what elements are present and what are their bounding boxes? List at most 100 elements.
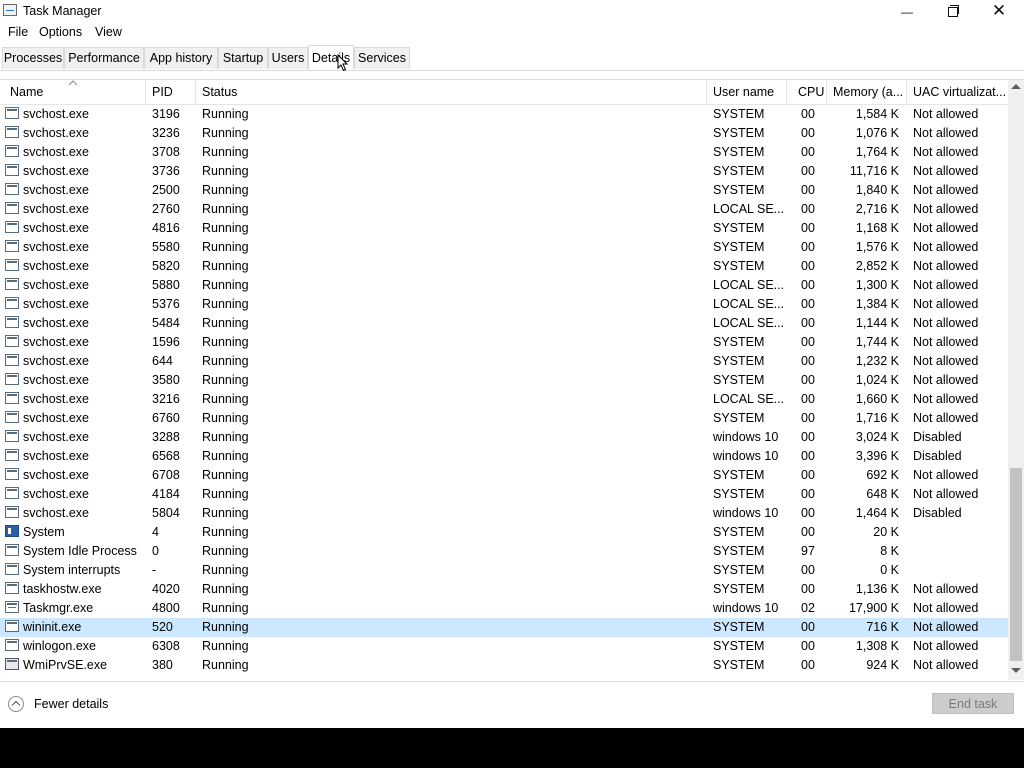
scroll-up-arrow-icon[interactable] [1011, 84, 1021, 89]
table-row[interactable]: svchost.exe 3580 Running SYSTEM 00 1,024 K Not… [0, 371, 1008, 390]
process-icon [5, 126, 19, 138]
menu-view[interactable]: View [95, 25, 122, 39]
cpu-cell: 00 [801, 126, 815, 140]
table-row[interactable]: svchost.exe 6760 Running SYSTEM 00 1,716 K Not… [0, 409, 1008, 428]
table-row[interactable]: svchost.exe 4816 Running SYSTEM 00 1,168 K Not… [0, 219, 1008, 238]
user-name-cell: SYSTEM [713, 582, 765, 596]
sort-ascending-icon [68, 80, 78, 86]
pid-cell: 6568 [152, 449, 180, 463]
scroll-down-arrow-icon[interactable] [1011, 668, 1021, 673]
process-icon [5, 506, 19, 518]
table-row[interactable]: svchost.exe 5804 Running windows 10 00 1,464 … [0, 504, 1008, 523]
tab-app-history[interactable]: App history [144, 47, 218, 69]
column-header-uac-virtualization[interactable]: UAC virtualizat... [907, 80, 1008, 104]
scrollbar-thumb[interactable] [1010, 468, 1022, 661]
table-row[interactable]: svchost.exe 2760 Running LOCAL SE... 00 2,716… [0, 200, 1008, 219]
cpu-cell: 00 [801, 392, 815, 406]
status-cell: Running [202, 126, 249, 140]
table-row[interactable]: svchost.exe 6568 Running windows 10 00 3,396 … [0, 447, 1008, 466]
chevron-up-circle-icon[interactable] [8, 696, 24, 712]
task-manager-icon [5, 601, 19, 613]
table-row[interactable]: svchost.exe 3288 Running windows 10 00 3,024 … [0, 428, 1008, 447]
process-name-cell: svchost.exe [23, 468, 90, 482]
table-row[interactable]: svchost.exe 3708 Running SYSTEM 00 1,764 K Not… [0, 143, 1008, 162]
pid-cell: 0 [152, 544, 159, 558]
column-header-status[interactable]: Status [196, 80, 707, 104]
title-bar[interactable]: Task Manager — ✕ [0, 0, 1024, 23]
vertical-scrollbar[interactable] [1008, 80, 1024, 680]
table-row[interactable]: winlogon.exe 6308 Running SYSTEM 00 1,308 K No… [0, 637, 1008, 656]
table-row[interactable]: wininit.exe 520 Running SYSTEM 00 716 K Not al… [0, 618, 1008, 637]
status-cell: Running [202, 373, 249, 387]
table-row[interactable]: WmiPrvSE.exe 380 Running SYSTEM 00 924 K Not a… [0, 656, 1008, 675]
tab-users[interactable]: Users [268, 47, 308, 69]
pid-cell: 380 [152, 658, 173, 672]
maximize-button[interactable] [930, 0, 976, 23]
pid-cell: 5804 [152, 506, 180, 520]
uac-virtualization-cell: Disabled [913, 430, 962, 444]
table-row[interactable]: svchost.exe 3736 Running SYSTEM 00 11,716 K No… [0, 162, 1008, 181]
memory-cell: 1,840 K [855, 183, 899, 197]
table-row[interactable]: System 4 Running SYSTEM 00 20 K [0, 523, 1008, 542]
process-icon [5, 240, 19, 252]
cpu-cell: 00 [801, 373, 815, 387]
table-row[interactable]: svchost.exe 2500 Running SYSTEM 00 1,840 K Not… [0, 181, 1008, 200]
uac-virtualization-cell: Not allowed [913, 316, 979, 330]
table-row[interactable]: svchost.exe 5484 Running LOCAL SE... 00 1,144… [0, 314, 1008, 333]
column-header-cpu[interactable]: CPU [787, 80, 827, 104]
table-row[interactable]: svchost.exe 5580 Running SYSTEM 00 1,576 K Not… [0, 238, 1008, 257]
table-row[interactable]: taskhostw.exe 4020 Running SYSTEM 00 1,136 K N… [0, 580, 1008, 599]
table-row[interactable]: svchost.exe 5820 Running SYSTEM 00 2,852 K Not… [0, 257, 1008, 276]
table-row[interactable]: svchost.exe 6708 Running SYSTEM 00 692 K Not a… [0, 466, 1008, 485]
status-cell: Running [202, 658, 249, 672]
tab-startup[interactable]: Startup [218, 47, 268, 69]
process-icon [5, 392, 19, 404]
tab-services[interactable]: Services [354, 47, 410, 69]
cpu-cell: 00 [801, 297, 815, 311]
status-cell: Running [202, 297, 249, 311]
process-name-cell: System Idle Process [23, 544, 137, 558]
uac-virtualization-cell: Not allowed [913, 126, 979, 140]
uac-virtualization-cell: Not allowed [913, 411, 979, 425]
status-cell: Running [202, 430, 249, 444]
menu-file[interactable]: File [8, 25, 28, 39]
user-name-cell: SYSTEM [713, 373, 765, 387]
close-button[interactable]: ✕ [976, 0, 1022, 23]
wmi-provider-icon [5, 658, 19, 670]
status-cell: Running [202, 449, 249, 463]
end-task-button[interactable]: End task [932, 693, 1014, 714]
column-header-pid[interactable]: PID [146, 80, 196, 104]
table-row[interactable]: System Idle Process 0 Running SYSTEM 97 8 K [0, 542, 1008, 561]
menu-options[interactable]: Options [39, 25, 82, 39]
tab-processes[interactable]: Processes [2, 47, 64, 69]
process-name-cell: svchost.exe [23, 278, 90, 292]
table-row[interactable]: svchost.exe 1596 Running SYSTEM 00 1,744 K Not… [0, 333, 1008, 352]
table-row[interactable]: svchost.exe 3216 Running LOCAL SE... 00 1,660… [0, 390, 1008, 409]
cpu-cell: 00 [801, 563, 815, 577]
table-row[interactable]: svchost.exe 3196 Running SYSTEM 00 1,584 K Not… [0, 105, 1008, 124]
user-name-cell: LOCAL SE... [713, 316, 783, 330]
table-row[interactable]: svchost.exe 3236 Running SYSTEM 00 1,076 K Not… [0, 124, 1008, 143]
process-icon [5, 278, 19, 290]
table-row[interactable]: svchost.exe 4184 Running SYSTEM 00 648 K Not a… [0, 485, 1008, 504]
pid-cell: 5484 [152, 316, 180, 330]
cpu-cell: 00 [801, 658, 815, 672]
user-name-cell: SYSTEM [713, 240, 765, 254]
user-name-cell: SYSTEM [713, 164, 765, 178]
minimize-button[interactable]: — [884, 0, 930, 23]
column-header-user-name[interactable]: User name [707, 80, 787, 104]
fewer-details-link[interactable]: Fewer details [34, 697, 108, 711]
tab-performance[interactable]: Performance [64, 47, 144, 69]
user-name-cell: SYSTEM [713, 639, 765, 653]
memory-cell: 648 K [866, 487, 899, 501]
table-row[interactable]: System interrupts - Running SYSTEM 00 0 K [0, 561, 1008, 580]
process-name-cell: svchost.exe [23, 221, 90, 235]
status-cell: Running [202, 107, 249, 121]
table-row[interactable]: Taskmgr.exe 4800 Running windows 10 02 17,900… [0, 599, 1008, 618]
process-icon [5, 297, 19, 309]
column-header-memory[interactable]: Memory (a... [827, 80, 907, 104]
process-icon [5, 582, 19, 594]
table-row[interactable]: svchost.exe 5880 Running LOCAL SE... 00 1,300… [0, 276, 1008, 295]
table-row[interactable]: svchost.exe 5376 Running LOCAL SE... 00 1,384… [0, 295, 1008, 314]
table-row[interactable]: svchost.exe 644 Running SYSTEM 00 1,232 K Not … [0, 352, 1008, 371]
